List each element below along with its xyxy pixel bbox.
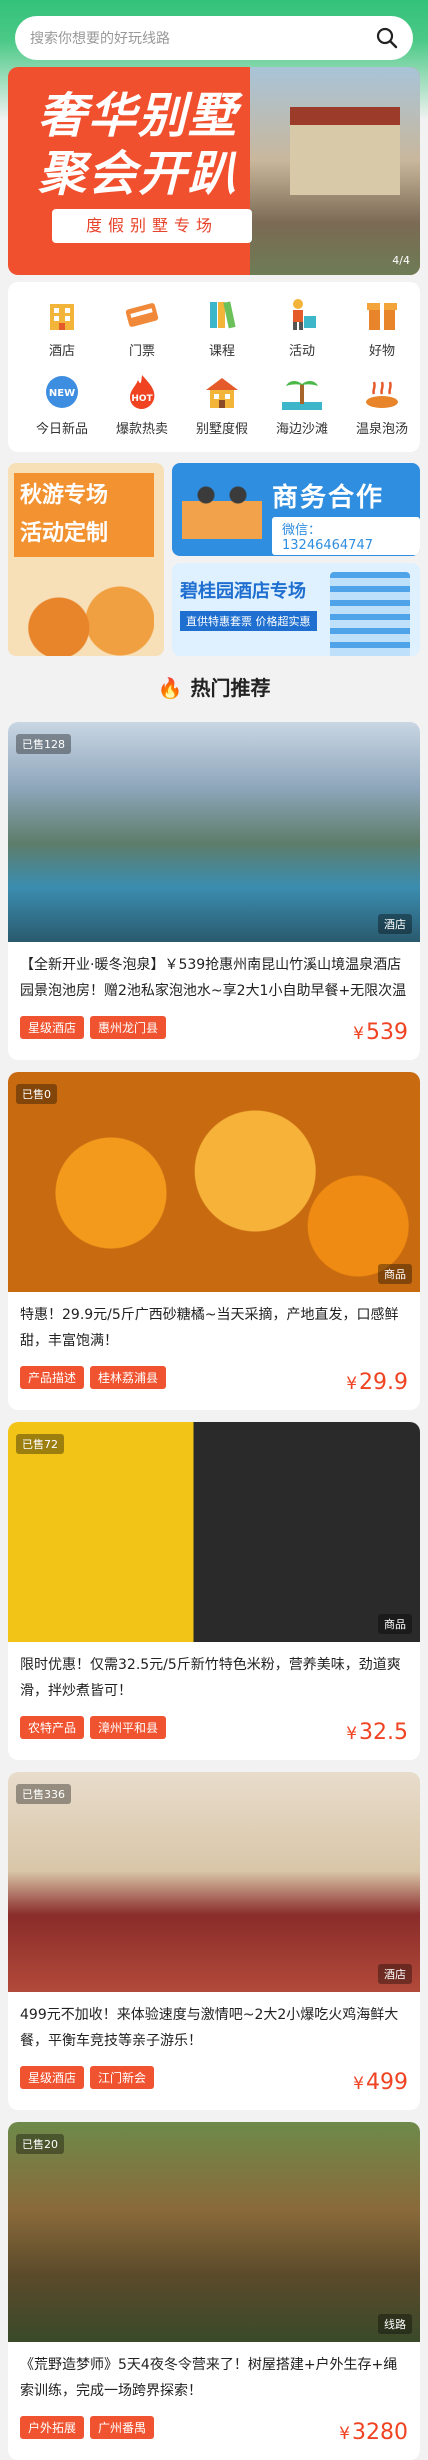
palm-beach-icon — [282, 380, 322, 410]
product-kind: 商品 — [378, 1264, 412, 1284]
search-placeholder: 搜索你想要的好玩线路 — [30, 31, 170, 47]
product-kind: 酒店 — [378, 914, 412, 934]
product-kind: 酒店 — [378, 1964, 412, 1984]
category-hotel[interactable]: 酒店 — [27, 294, 97, 359]
category-beach[interactable]: 海边沙滩 — [267, 372, 337, 437]
product-card[interactable]: 已售72 商品 限时优惠！仅需32.5元/5斤新竹特色米粉，营养美味，劲道爽滑，… — [8, 1422, 420, 1760]
product-image — [8, 722, 420, 942]
sold-count: 已售20 — [16, 2134, 64, 2154]
product-tag[interactable]: 产品描述 — [20, 1366, 85, 1389]
business-promo-title: 商务合作 — [272, 483, 385, 513]
category-grid: 酒店 门票 课程 活动 好物 NEW 今日新品 HOT 爆款热卖 别墅度假 海边… — [8, 282, 420, 452]
product-description: 【全新开业·暖冬泡泉】￥539抢惠州南昆山竹溪山境温泉酒店园景泡池房！赠2池私家… — [20, 957, 407, 999]
product-price: ¥539 — [353, 1020, 408, 1045]
hotel-promo-subtitle: 直供特惠套票 价格超实惠 — [180, 611, 317, 631]
product-tag[interactable]: 漳州平和县 — [90, 1716, 167, 1739]
product-card[interactable]: 已售20 线路 《荒野造梦师》5天4夜冬令营来了！树屋搭建+户外生存+绳索训练，… — [8, 2122, 420, 2460]
product-tags: 产品描述 桂林荔浦县 — [20, 1366, 172, 1389]
category-ticket[interactable]: 门票 — [107, 294, 177, 359]
autumn-tree-illustration — [18, 586, 154, 656]
gift-box-icon — [367, 303, 397, 330]
product-card[interactable]: 已售336 酒店 499元不加收！来体验速度与激情吧~2大2小爆吃火鸡海鲜大餐，… — [8, 1772, 420, 2110]
new-badge-icon: NEW — [46, 376, 78, 408]
banner-title: 奢华别墅 聚会开趴 — [38, 88, 239, 202]
product-image — [8, 2122, 420, 2342]
category-activity[interactable]: 活动 — [267, 294, 337, 359]
hot-recommend-title: 🔥 热门推荐 — [157, 676, 271, 700]
activity-icon — [293, 299, 316, 330]
product-tag[interactable]: 户外拓展 — [20, 2416, 85, 2439]
promo-banner[interactable]: 奢华别墅 聚会开趴 度假别墅专场 4/4 — [8, 67, 420, 275]
category-goods[interactable]: 好物 — [347, 294, 417, 359]
books-icon — [210, 301, 236, 329]
category-villa[interactable]: 别墅度假 — [187, 372, 257, 437]
sold-count: 已售336 — [16, 1784, 71, 1804]
product-kind: 商品 — [378, 1614, 412, 1634]
villa-icon — [206, 378, 238, 408]
product-description: 特惠！29.9元/5斤广西砂糖橘~当天采摘，产地直发，口感鲜甜，丰富饱满！ — [20, 1307, 399, 1349]
product-tag[interactable]: 惠州龙门县 — [90, 1016, 167, 1039]
product-kind: 线路 — [378, 2314, 412, 2334]
building-illustration — [330, 572, 410, 656]
business-wechat: 微信：13246464747 — [272, 517, 420, 555]
product-image — [8, 1422, 420, 1642]
product-tags: 农特产品 漳州平和县 — [20, 1716, 172, 1739]
svg-text:HOT: HOT — [131, 394, 153, 404]
hotel-promo-title: 碧桂园酒店专场 — [180, 581, 306, 602]
product-card[interactable]: 已售0 商品 特惠！29.9元/5斤广西砂糖橘~当天采摘，产地直发，口感鲜甜，丰… — [8, 1072, 420, 1410]
product-price: ¥32.5 — [346, 1720, 408, 1745]
product-image — [8, 1072, 420, 1292]
banner-counter: 4/4 — [392, 254, 410, 267]
autumn-promo-title: 秋游专场 活动定制 — [14, 473, 154, 557]
hotel-special-promo[interactable]: 碧桂园酒店专场 直供特惠套票 价格超实惠 — [172, 563, 420, 656]
product-tag[interactable]: 江门新会 — [90, 2066, 155, 2089]
hot-spring-icon — [366, 381, 398, 408]
banner-subtitle: 度假别墅专场 — [52, 209, 252, 243]
sold-count: 已售72 — [16, 1434, 64, 1454]
hotel-icon — [50, 304, 74, 330]
product-description: 499元不加收！来体验速度与激情吧~2大2小爆吃火鸡海鲜大餐，平衡车竞技等亲子游… — [20, 2007, 399, 2049]
product-tag[interactable]: 星级酒店 — [20, 1016, 85, 1039]
product-tag[interactable]: 农特产品 — [20, 1716, 85, 1739]
product-price: ¥29.9 — [346, 1370, 408, 1395]
product-tag[interactable]: 广州番禺 — [90, 2416, 155, 2439]
business-cooperation-promo[interactable]: 商务合作 微信：13246464747 — [172, 463, 420, 556]
product-image — [8, 1772, 420, 1992]
product-tag[interactable]: 桂林荔浦县 — [90, 1366, 167, 1389]
product-tags: 户外拓展 广州番禺 — [20, 2416, 160, 2439]
product-description: 《荒野造梦师》5天4夜冬令营来了！树屋搭建+户外生存+绳索训练，完成一场跨界探索… — [20, 2357, 398, 2399]
handshake-illustration — [182, 479, 262, 543]
product-tag[interactable]: 星级酒店 — [20, 2066, 85, 2089]
product-price: ¥3280 — [339, 2420, 408, 2445]
ticket-icon — [125, 303, 159, 327]
product-tags: 星级酒店 江门新会 — [20, 2066, 160, 2089]
sold-count: 已售0 — [16, 1084, 57, 1104]
fire-icon: 🔥 — [157, 676, 183, 700]
category-new-today[interactable]: NEW 今日新品 — [27, 372, 97, 437]
product-price: ¥499 — [353, 2070, 408, 2095]
product-card[interactable]: 已售128 酒店 【全新开业·暖冬泡泉】￥539抢惠州南昆山竹溪山境温泉酒店园景… — [8, 722, 420, 1060]
category-course[interactable]: 课程 — [187, 294, 257, 359]
category-hot-sale[interactable]: HOT 爆款热卖 — [107, 372, 177, 437]
villa-photo — [250, 67, 420, 275]
product-description: 限时优惠！仅需32.5元/5斤新竹特色米粉，营养美味，劲道爽滑，拌炒煮皆可！ — [20, 1657, 401, 1699]
hot-fire-icon: HOT — [130, 375, 155, 409]
search-bar[interactable]: 搜索你想要的好玩线路 — [15, 16, 413, 60]
search-icon[interactable] — [375, 26, 399, 50]
svg-text:NEW: NEW — [49, 388, 75, 399]
sold-count: 已售128 — [16, 734, 71, 754]
autumn-trip-promo[interactable]: 秋游专场 活动定制 — [8, 463, 164, 656]
product-tags: 星级酒店 惠州龙门县 — [20, 1016, 172, 1039]
category-hot-spring[interactable]: 温泉泡汤 — [347, 372, 417, 437]
